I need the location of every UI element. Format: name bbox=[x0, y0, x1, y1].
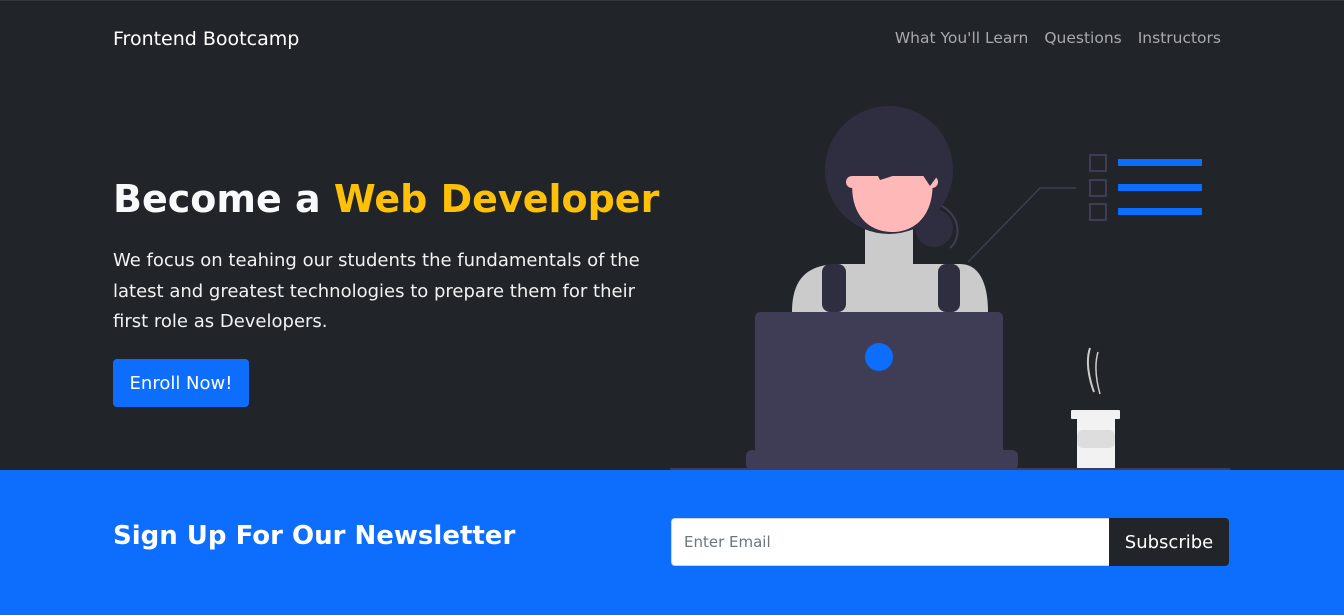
navbar: Frontend Bootcamp What You'll Learn Ques… bbox=[0, 0, 1344, 76]
email-input[interactable] bbox=[671, 518, 1110, 566]
newsletter-section: Sign Up For Our Newsletter Subscribe bbox=[0, 470, 1344, 615]
woman-at-laptop-illustration bbox=[670, 106, 1230, 470]
laptop-logo bbox=[865, 343, 893, 371]
connector-line bbox=[967, 187, 1076, 263]
hero-lead: We focus on teahing our students the fun… bbox=[113, 250, 640, 332]
laptop-screen bbox=[755, 312, 1003, 462]
hero-title: Become a Web Developer bbox=[113, 176, 659, 222]
subscribe-button[interactable]: Subscribe bbox=[1109, 518, 1229, 566]
brand-logo[interactable]: Frontend Bootcamp bbox=[113, 27, 299, 51]
coffee-cup-icon bbox=[1071, 347, 1120, 468]
hero-section: Become a Web Developer We focus on teahi… bbox=[0, 76, 1344, 470]
page: Frontend Bootcamp What You'll Learn Ques… bbox=[0, 0, 1344, 615]
nav-links: What You'll Learn Questions Instructors bbox=[895, 28, 1221, 48]
hero-title-accent: Web Developer bbox=[333, 177, 660, 221]
nav-link-questions[interactable]: Questions bbox=[1044, 28, 1121, 48]
newsletter-title: Sign Up For Our Newsletter bbox=[113, 521, 516, 551]
nav-link-what-youll-learn[interactable]: What You'll Learn bbox=[895, 28, 1029, 48]
enroll-now-button[interactable]: Enroll Now! bbox=[113, 359, 249, 407]
hero-title-prefix: Become a bbox=[113, 177, 334, 221]
nav-link-instructors[interactable]: Instructors bbox=[1138, 28, 1221, 48]
laptop-base bbox=[746, 450, 1018, 470]
checklist-icon bbox=[1089, 154, 1202, 221]
